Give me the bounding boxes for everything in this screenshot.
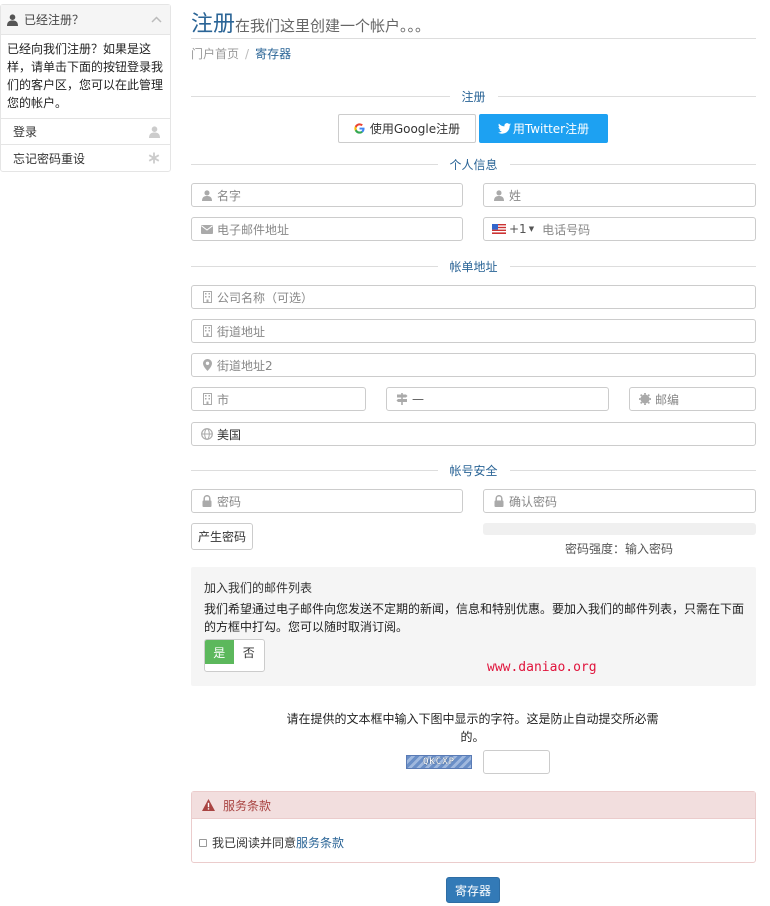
globe-icon [200, 427, 214, 441]
section-title: 帐号安全 [449, 463, 498, 478]
address2-input[interactable]: 街道地址2 [191, 353, 756, 377]
first-name-placeholder: 名字 [217, 188, 242, 203]
sidebar-item-password-reset[interactable]: 忘记密码重设 [1, 145, 170, 171]
signpost-icon [395, 392, 409, 406]
terms-agree-text: 我已阅读并同意 [212, 836, 297, 850]
first-name-input[interactable]: 名字 [191, 183, 463, 207]
city-input[interactable]: 市 [191, 387, 366, 411]
twitter-signup-label: 用Twitter注册 [512, 122, 590, 136]
section-register: 注册 [191, 87, 756, 105]
user-icon [149, 125, 160, 138]
address2-placeholder: 街道地址2 [217, 358, 273, 373]
page-title-sub: 在我们这里创建一个帐户。。。 [235, 17, 431, 35]
section-title: 帐单地址 [449, 259, 498, 274]
captcha-instructions: 请在提供的文本框中输入下图中显示的字符。这是防止自动提交所必需的。 [286, 712, 659, 744]
twitter-signup-button[interactable]: 用Twitter注册 [479, 114, 608, 143]
password-placeholder: 密码 [217, 494, 242, 509]
section-billing-address: 帐单地址 [191, 257, 756, 275]
mailing-list-text: 我们希望通过电子邮件向您发送不定期的新闻，信息和特别优惠。要加入我们的邮件列表，… [204, 602, 745, 634]
captcha-input[interactable] [483, 750, 550, 774]
caret-down-icon: ▼ [528, 225, 535, 233]
sidebar-header[interactable]: 已经注册？ [1, 5, 170, 35]
address1-placeholder: 街道地址 [217, 324, 266, 339]
sidebar-description: 已经向我们注册？如果是这样，请单击下面的按钮登录我们的客户区，您可以在此管理您的… [1, 35, 170, 119]
user-icon [492, 188, 506, 202]
certificate-icon [638, 392, 652, 406]
last-name-input[interactable]: 姓 [483, 183, 756, 207]
sidebar-item-login[interactable]: 登录 [1, 119, 170, 145]
toggle-yes[interactable]: 是 [205, 640, 234, 664]
building-icon [200, 290, 214, 304]
captcha-code: QKCXP [422, 757, 456, 767]
sidebar-item-label: 忘记密码重设 [13, 151, 86, 166]
breadcrumb-current: 寄存器 [255, 47, 292, 61]
mailing-list-toggle[interactable]: 是 否 [204, 639, 265, 672]
terms-link[interactable]: 服务条款 [296, 834, 344, 851]
page-title: 注册在我们这里创建一个帐户。。。 [191, 6, 756, 39]
google-signup-button[interactable]: 使用Google注册 [338, 114, 476, 143]
phone-input[interactable]: +1 ▼ 电话号码 [483, 217, 756, 241]
warning-icon [202, 799, 215, 811]
section-personal-info: 个人信息 [191, 155, 756, 173]
company-input[interactable]: 公司名称（可选） [191, 285, 756, 309]
section-title: 个人信息 [449, 157, 498, 172]
city-placeholder: 市 [217, 392, 230, 407]
user-icon [200, 188, 214, 202]
email-input[interactable]: 电子邮件地址 [191, 217, 463, 241]
mailing-list-panel: 加入我们的邮件列表 我们希望通过电子邮件向您发送不定期的新闻，信息和特别优惠。要… [191, 567, 756, 686]
mailing-list-title: 加入我们的邮件列表 [204, 581, 313, 595]
terms-panel: 服务条款 我已阅读并同意 服务条款 [191, 791, 756, 863]
country-select[interactable]: 美国 [191, 422, 756, 446]
confirm-password-placeholder: 确认密码 [509, 494, 558, 509]
address1-input[interactable]: 街道地址 [191, 319, 756, 343]
phone-placeholder: 电话号码 [542, 222, 591, 237]
captcha-image: QKCXP [406, 755, 472, 769]
password-strength-bar [483, 523, 756, 535]
sidebar-header-title: 已经注册？ [24, 13, 85, 27]
building-icon [200, 392, 214, 406]
generate-password-button[interactable]: 产生密码 [191, 523, 253, 550]
twitter-icon [497, 123, 511, 134]
confirm-password-input[interactable]: 确认密码 [483, 489, 756, 513]
last-name-placeholder: 姓 [509, 188, 522, 203]
watermark-text: www.daniao.org [487, 660, 597, 675]
page-title-main: 注册 [191, 12, 236, 37]
terms-header: 服务条款 [192, 792, 755, 819]
user-icon [7, 13, 18, 26]
breadcrumb-separator: / [245, 47, 250, 61]
building-icon [200, 324, 214, 338]
postcode-input[interactable]: 邮编 [629, 387, 756, 411]
map-marker-icon [200, 358, 214, 372]
terms-checkbox[interactable] [199, 838, 207, 847]
toggle-no[interactable]: 否 [234, 640, 264, 664]
terms-title: 服务条款 [223, 798, 272, 813]
asterisk-icon [148, 152, 160, 164]
section-account-security: 帐号安全 [191, 461, 756, 479]
lock-icon [200, 494, 214, 508]
sidebar-item-label: 登录 [13, 125, 38, 139]
breadcrumb-home[interactable]: 门户首页 [191, 47, 239, 61]
postcode-placeholder: 邮编 [655, 392, 680, 407]
envelope-icon [200, 222, 214, 236]
terms-agree-row: 我已阅读并同意 服务条款 [199, 834, 344, 851]
state-value: — [412, 392, 424, 406]
chevron-up-icon[interactable] [151, 16, 162, 23]
sidebar-panel: 已经注册？ 已经向我们注册？如果是这样，请单击下面的按钮登录我们的客户区，您可以… [0, 4, 171, 172]
phone-country-code[interactable]: +1 [509, 222, 527, 236]
company-placeholder: 公司名称（可选） [217, 290, 314, 305]
google-icon [354, 123, 365, 134]
country-value: 美国 [217, 427, 242, 442]
lock-icon [492, 494, 506, 508]
email-placeholder: 电子邮件地址 [217, 222, 290, 237]
us-flag-icon [492, 224, 506, 234]
google-signup-label: 使用Google注册 [369, 122, 461, 136]
password-strength-text: 密码强度：输入密码 [565, 542, 674, 556]
register-submit-button[interactable]: 寄存器 [446, 877, 500, 903]
password-input[interactable]: 密码 [191, 489, 463, 513]
breadcrumb: 门户首页 / 寄存器 [191, 45, 291, 62]
state-select[interactable]: — [386, 387, 609, 411]
section-title: 注册 [461, 89, 486, 104]
